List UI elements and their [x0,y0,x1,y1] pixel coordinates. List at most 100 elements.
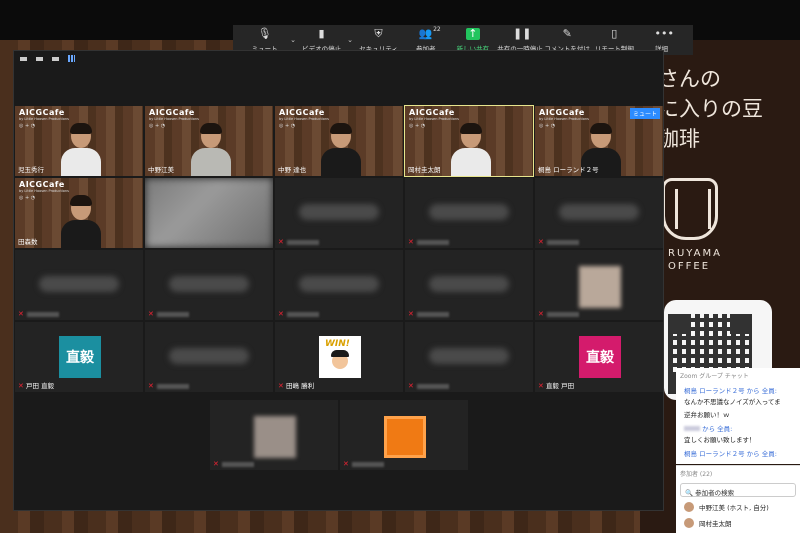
stop-video-button[interactable]: ▮ ビデオの停止 [298,26,345,53]
mic-muted-icon: ✕ [538,382,544,390]
avatar [684,518,694,528]
video-tile[interactable]: ✕ [405,250,533,320]
blurred-name [169,276,249,292]
chat-panel: Zoom グループ チャット 桐島 ローランド２号 から 全員: なんか不思議な… [676,368,800,464]
video-tile[interactable]: ✕ [405,322,533,392]
blurred-name [429,204,509,220]
participant-name: 田森数 [18,238,38,246]
gallery-grid-icon[interactable] [68,55,75,62]
participant-name: 岡村圭太朗 [408,166,441,174]
participant-name: 桐島 ローランド２号 [538,166,599,174]
shield-icon: ⛨ [374,26,383,40]
orange-avatar [384,416,426,458]
more-button[interactable]: ••• 詳細 [638,27,685,53]
participant-count: 22 [433,25,441,33]
maximize-icon[interactable] [52,56,59,61]
cafe-icons: ◎ + ◔ [19,195,36,201]
video-tile[interactable]: ✕ [15,250,143,320]
cafe-icons: ◎ + ◔ [279,123,296,129]
video-tile[interactable]: 直毅 ✕ 戸田 直毅 [15,322,143,392]
mic-muted-icon: ✕ [408,310,414,318]
chat-header: Zoom グループ チャット [680,373,749,380]
mute-button[interactable]: 🎙 ミュート [241,26,288,53]
pause-icon: ❚❚ [513,26,532,40]
mic-muted-icon: ✕ [148,310,154,318]
pencil-icon: ✎ [562,26,572,40]
video-tile[interactable]: ✕ [340,400,468,470]
video-tile[interactable]: AICGCafe by Little Hoosen Productions ◎ + … [15,106,143,176]
video-tile[interactable]: AICGCafe by Little Hoosen Productions ◎ + … [535,106,663,176]
chevron-down-icon[interactable]: ⌄ [345,36,355,44]
video-tile[interactable]: ✕ [145,322,273,392]
blurred-name [559,204,639,220]
video-tile[interactable]: AICGCafe by Little Hoosen Productions ◎ + … [145,106,273,176]
cafe-icons: ◎ + ◔ [539,123,556,129]
blurred-avatar [254,416,296,458]
blurred-name [169,348,249,364]
participant-search-input[interactable]: 🔍 参加者の検索 [680,483,796,497]
restore-icon[interactable] [36,56,43,61]
video-tile[interactable]: ✕ [535,178,663,248]
blurred-name [299,204,379,220]
security-button[interactable]: ⛨ セキュリティ [355,26,402,53]
gallery-view-window: AICGCafe by Little Hoosen Productions ◎ + … [13,50,664,511]
video-tile[interactable]: ✕ [275,178,403,248]
participant-video [61,195,101,248]
mic-muted-icon: ✕ [538,238,544,246]
mic-muted-icon: ✕ [278,238,284,246]
shared-screen-brand: RUYAMA OFFEE [668,248,722,272]
participant-video [61,123,101,176]
video-tile[interactable]: AICGCafe by Little Hoosen Productions ◎ + … [275,106,403,176]
chevron-down-icon[interactable]: ⌄ [288,36,298,44]
video-camera-icon: ▮ [318,26,325,40]
mic-muted-icon: ✕ [538,310,544,318]
remote-control-button[interactable]: ▯ リモート制御 [591,26,638,53]
new-share-button[interactable]: ↑ 新しい共有 [449,27,496,53]
video-tile[interactable] [145,178,273,248]
cafe-icons: ◎ + ◔ [409,123,426,129]
blurred-avatar [579,266,621,308]
minimize-icon[interactable] [20,56,27,61]
participant-name: 中野江美 [148,166,174,174]
video-tile[interactable]: ✕ [405,178,533,248]
participant-row[interactable]: 岡村圭太朗 [676,515,800,531]
mic-muted-icon: ✕ [18,310,24,318]
video-tile[interactable]: AICGCafe by Little Hoosen Productions ◎ + … [15,178,143,248]
microphone-icon: 🎙 [257,26,272,40]
video-tile[interactable]: ✕ [275,250,403,320]
participants-button[interactable]: 👥 22 参加者 [402,25,449,53]
mic-muted-icon: ✕ [408,238,414,246]
mic-muted-icon: ✕ [343,460,349,468]
mute-participant-button[interactable]: ミュート [629,108,660,119]
mic-muted-icon: ✕ [408,382,414,390]
annotate-button[interactable]: ✎ コメントを付け [544,26,591,53]
cafe-icons: ◎ + ◔ [149,123,166,129]
mic-muted-icon: ✕ [278,310,284,318]
participant-name: 児玉秀行 [18,166,44,174]
mic-muted-icon: ✕ [148,382,154,390]
mic-muted-icon: ✕ [213,460,219,468]
video-tile[interactable]: WIN! ✕ 田嶋 勝利 [275,322,403,392]
participant-name: 田嶋 勝利 [286,382,315,390]
coffee-logo-icon [662,178,718,240]
participant-row[interactable]: 中野江美 (ホスト, 自分) [676,499,800,515]
chat-message: なんか不思議なノイズが入ってま [684,398,781,406]
share-arrow-icon: ↑ [465,27,480,40]
chat-message: 宜しくお願い致します！ [684,436,756,444]
mouse-icon: ▯ [611,26,618,40]
pause-share-button[interactable]: ❚❚ 共有の一時停止 [496,26,543,53]
avatar: 直毅 [579,336,621,378]
active-speaker-tile[interactable]: AICGCafe by Little Hoosen Productions ◎ + … [404,105,534,177]
participants-icon: 👥 22 [418,25,441,40]
video-tile[interactable]: ✕ [210,400,338,470]
video-tile[interactable]: ✕ [535,250,663,320]
video-tile[interactable]: ✕ [145,250,273,320]
cafe-icons: ◎ + ◔ [19,123,36,129]
blurred-video [145,178,273,248]
participant-name: 直毅 戸田 [546,382,575,390]
video-tile[interactable]: 直毅 ✕ 直毅 戸田 [535,322,663,392]
participant-video [191,123,231,176]
win-avatar-icon: WIN! [319,336,361,378]
participants-panel: 参加者 (22) 🔍 参加者の検索 中野江美 (ホスト, 自分) 岡村圭太朗 [676,465,800,533]
mic-muted-icon: ✕ [278,382,284,390]
